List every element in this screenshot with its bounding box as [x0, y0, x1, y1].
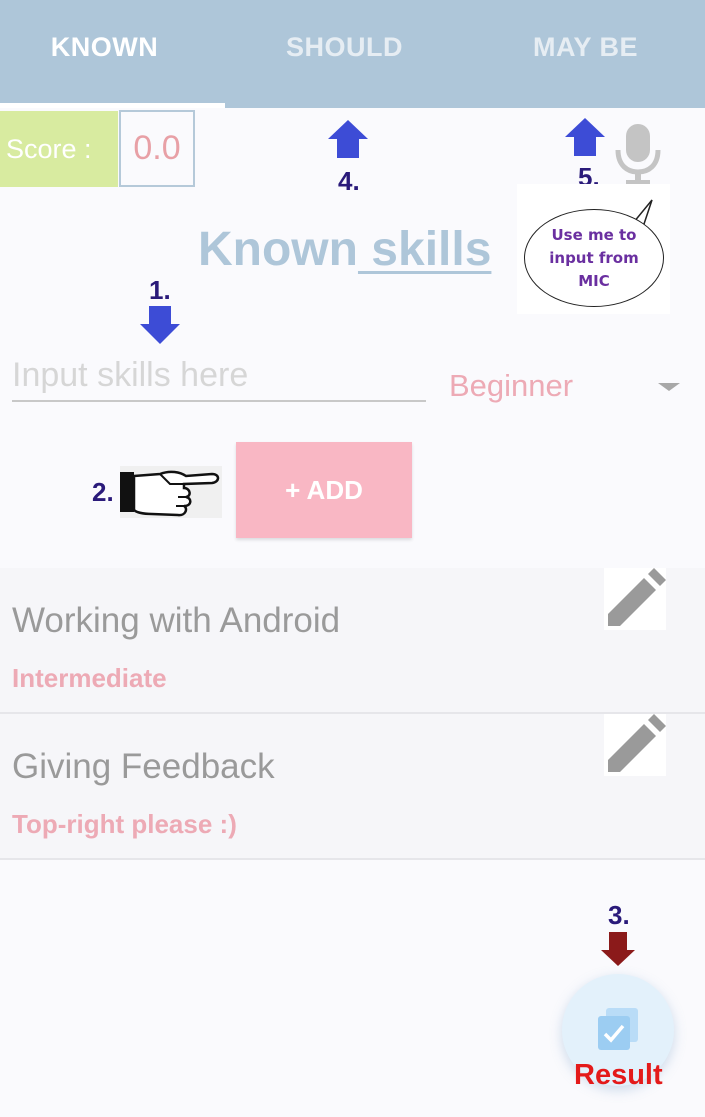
mic-hint-line: input from	[549, 248, 639, 267]
page-title: Known skills	[198, 222, 491, 277]
tab-known-label: KNOWN	[50, 31, 159, 62]
annotation-arrow-down-icon	[601, 932, 641, 970]
tab-indicator	[0, 103, 225, 108]
tab-should[interactable]: SHOULD	[227, 0, 462, 108]
skill-level: Top-right please :)	[12, 809, 237, 839]
tab-may-be-label: MAY BE	[532, 31, 639, 62]
list-item[interactable]: Giving Feedback Top-right please :)	[0, 714, 705, 860]
page-title-part2: skills	[357, 223, 492, 276]
score-value: 0.0	[119, 110, 195, 187]
result-label: Result	[574, 1059, 663, 1091]
skill-input[interactable]	[12, 350, 426, 402]
edit-icon[interactable]	[604, 714, 666, 776]
skills-list: Working with Android Intermediate Giving…	[0, 568, 705, 860]
add-button[interactable]: + ADD	[236, 442, 412, 538]
annotation-arrow-down-icon	[140, 306, 180, 344]
skill-name: Working with Android	[12, 601, 341, 640]
annotation-step-3: 3.	[608, 900, 630, 930]
annotation-step-2: 2.	[92, 477, 114, 507]
tab-known[interactable]: KNOWN	[0, 0, 222, 108]
tab-may-be[interactable]: MAY BE	[468, 0, 703, 108]
dropdown-caret-icon	[658, 383, 680, 391]
pointing-hand-icon	[120, 466, 222, 518]
score-label: Score :	[0, 111, 118, 187]
skill-level: Intermediate	[12, 663, 167, 693]
page-title-part1: Known	[198, 223, 358, 276]
level-select-value: Beginner	[449, 368, 574, 403]
add-button-label: + ADD	[285, 474, 363, 505]
tab-should-label: SHOULD	[286, 31, 403, 62]
annotation-step-1: 1.	[149, 275, 171, 305]
annotation-step-4: 4.	[338, 166, 360, 196]
edit-icon[interactable]	[604, 568, 666, 630]
mic-hint-bubble: Use me to input from MIC	[524, 209, 664, 307]
tab-bar: KNOWN SHOULD MAY BE	[0, 0, 705, 108]
list-item[interactable]: Working with Android Intermediate	[0, 568, 705, 714]
annotation-arrow-up-icon	[328, 120, 368, 158]
mic-hint-line: Use me to	[551, 225, 637, 244]
mic-icon[interactable]	[612, 122, 664, 186]
score-label-text: Score :	[6, 133, 92, 164]
annotation-arrow-up-icon	[565, 118, 605, 156]
score-value-text: 0.0	[133, 129, 181, 167]
check-copy-icon	[598, 1008, 638, 1050]
skill-name: Giving Feedback	[12, 747, 275, 786]
level-select[interactable]: Beginner	[448, 362, 684, 412]
mic-hint-line: MIC	[578, 271, 610, 290]
